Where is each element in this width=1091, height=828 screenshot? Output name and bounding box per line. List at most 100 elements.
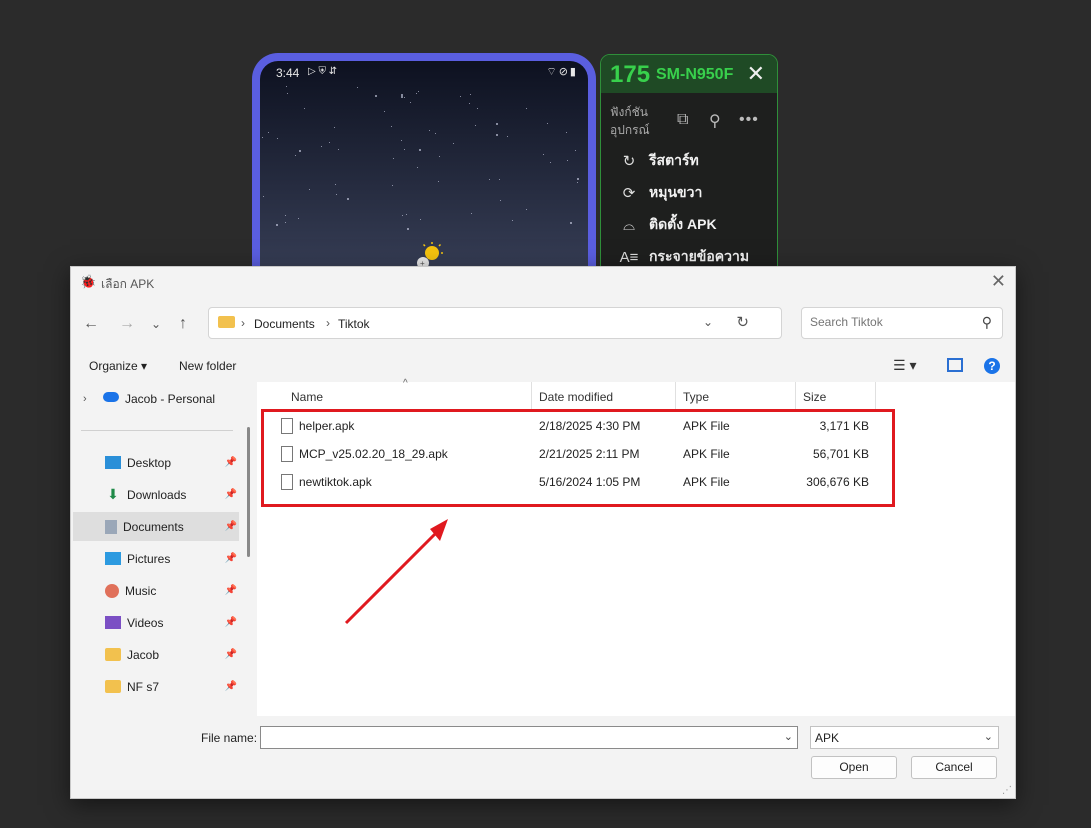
forward-arrow-icon[interactable]: → bbox=[119, 315, 135, 333]
panel-item-label: กระจายข้อความ bbox=[649, 248, 750, 264]
wallpaper-star bbox=[542, 153, 544, 155]
wallpaper-star bbox=[500, 200, 502, 202]
wallpaper-star bbox=[507, 135, 509, 137]
nav-item-documents[interactable]: Documents 📌 bbox=[73, 512, 239, 541]
nav-item-desktop[interactable]: Desktop 📌 bbox=[73, 448, 239, 477]
column-divider[interactable] bbox=[531, 382, 532, 412]
nav-item-downloads[interactable]: ⬇ Downloads 📌 bbox=[73, 480, 239, 509]
wallpaper-star bbox=[303, 107, 305, 109]
phone-wallpaper[interactable]: 3:44 ▷ ⛨ ⇵ ⌔⊘▮ + bbox=[260, 61, 588, 293]
wallpaper-star bbox=[576, 181, 578, 183]
desktop-icon bbox=[105, 456, 121, 469]
wallpaper-star bbox=[391, 125, 393, 127]
search-icon[interactable]: ⚲ bbox=[982, 314, 992, 331]
wallpaper-star bbox=[262, 136, 264, 138]
wallpaper-star bbox=[400, 139, 402, 141]
screen-icon[interactable]: ⧉ bbox=[677, 111, 688, 129]
more-icon[interactable]: ••• bbox=[739, 111, 759, 129]
onedrive-icon bbox=[103, 392, 119, 402]
wallpaper-star bbox=[262, 196, 264, 198]
nav-item-onedrive[interactable]: › Jacob - Personal bbox=[73, 384, 239, 413]
text-broadcast-icon: A≡ bbox=[619, 248, 639, 266]
sort-up-icon: ^ bbox=[403, 378, 408, 389]
panel-item-rotate[interactable]: ⟳ หมุนขวา bbox=[619, 181, 703, 205]
breadcrumb-tiktok[interactable]: Tiktok bbox=[338, 317, 370, 331]
file-name-input[interactable] bbox=[265, 730, 769, 746]
new-folder-button[interactable]: New folder bbox=[179, 359, 236, 373]
resize-grip-icon[interactable]: ⋰ bbox=[1002, 785, 1012, 796]
panel-item-restart[interactable]: ↻ รีสตาร์ท bbox=[619, 149, 699, 173]
search-input[interactable] bbox=[808, 314, 972, 330]
pictures-icon bbox=[105, 552, 121, 565]
file-type-select[interactable]: APK ⌄ bbox=[810, 726, 999, 749]
wallpaper-star bbox=[452, 143, 454, 145]
pin-icon: 📌 bbox=[224, 521, 237, 532]
wallpaper-star bbox=[404, 96, 406, 98]
chevron-right-icon: › bbox=[83, 392, 87, 405]
dialog-footer: File name: ⌄ APK ⌄ Open Cancel ⋰ bbox=[71, 716, 1015, 798]
file-type-value: APK bbox=[815, 731, 840, 745]
wallpaper-star bbox=[470, 94, 472, 96]
column-header-type[interactable]: Type bbox=[683, 390, 709, 404]
nav-item-music[interactable]: Music 📌 bbox=[73, 576, 239, 605]
nav-item-videos[interactable]: Videos 📌 bbox=[73, 608, 239, 637]
chevron-down-icon[interactable]: ⌄ bbox=[784, 730, 793, 743]
wallpaper-star bbox=[525, 108, 527, 110]
file-name-combobox[interactable]: ⌄ bbox=[260, 726, 798, 749]
wallpaper-star bbox=[418, 90, 420, 92]
column-header-name[interactable]: Name bbox=[291, 390, 323, 404]
organize-button[interactable]: Organize ▾ bbox=[89, 359, 147, 373]
nav-item-jacob[interactable]: Jacob 📌 bbox=[73, 640, 239, 669]
help-icon[interactable]: ? bbox=[984, 358, 1000, 374]
dialog-title: เลือก APK bbox=[101, 277, 155, 291]
folder-icon bbox=[218, 316, 235, 328]
column-divider[interactable] bbox=[795, 382, 796, 412]
view-options-icon[interactable]: ☰ ▾ bbox=[893, 357, 916, 374]
column-divider[interactable] bbox=[875, 382, 876, 412]
close-icon[interactable]: ✕ bbox=[991, 271, 1006, 292]
app-icon: 🐞 bbox=[80, 274, 97, 289]
nav-item-label: Downloads bbox=[127, 487, 187, 502]
nav-item-label: Jacob bbox=[127, 647, 160, 662]
recent-locations-icon[interactable]: ⌄ bbox=[151, 317, 161, 331]
wallpaper-star bbox=[569, 222, 572, 225]
nav-item-label: Videos bbox=[127, 615, 164, 630]
column-divider[interactable] bbox=[675, 382, 676, 412]
wallpaper-star bbox=[338, 149, 340, 151]
preview-pane-icon[interactable] bbox=[947, 358, 963, 372]
wallpaper-star bbox=[320, 145, 322, 147]
open-button[interactable]: Open bbox=[811, 756, 897, 779]
back-arrow-icon[interactable]: ← bbox=[83, 315, 99, 333]
device-side-panel: 175 SM-N950F ✕ ฟังก์ชันอุปกรณ์ ⧉ ⚲ ••• ↻… bbox=[600, 54, 778, 296]
nav-item-label: NF s7 bbox=[127, 679, 160, 694]
wallpaper-star bbox=[474, 125, 476, 127]
wallpaper-star bbox=[406, 213, 407, 215]
wallpaper-star bbox=[285, 221, 287, 223]
pin-icon: 📌 bbox=[224, 649, 237, 660]
up-arrow-icon[interactable]: ↑ bbox=[179, 315, 187, 333]
panel-item-install-apk[interactable]: ⌓ ติดตั้ง APK bbox=[619, 213, 717, 237]
panel-item-label: รีสตาร์ท bbox=[649, 152, 699, 168]
wallpaper-star bbox=[286, 86, 288, 88]
wallpaper-star bbox=[496, 133, 499, 136]
nav-item-nf-s7[interactable]: NF s7 📌 bbox=[73, 672, 239, 701]
wallpaper-star bbox=[419, 218, 421, 220]
chevron-down-icon[interactable]: ⌄ bbox=[703, 315, 713, 329]
column-header-size[interactable]: Size bbox=[803, 390, 826, 404]
file-name-label: File name: bbox=[201, 731, 258, 745]
close-icon[interactable]: ✕ bbox=[747, 61, 765, 87]
wallpaper-star bbox=[309, 189, 311, 191]
address-bar[interactable]: › Documents › Tiktok ⌄ ↻ bbox=[208, 307, 782, 339]
refresh-icon[interactable]: ↻ bbox=[736, 313, 749, 331]
search-box[interactable]: ⚲ bbox=[801, 307, 1003, 339]
rotate-icon: ⟳ bbox=[622, 185, 636, 202]
nav-item-pictures[interactable]: Pictures 📌 bbox=[73, 544, 239, 573]
cancel-button[interactable]: Cancel bbox=[911, 756, 997, 779]
panel-item-label: หมุนขวา bbox=[649, 184, 703, 200]
downloads-icon: ⬇ bbox=[107, 486, 119, 502]
breadcrumb-documents[interactable]: Documents bbox=[254, 317, 315, 331]
wallpaper-star bbox=[418, 148, 421, 151]
pin-icon[interactable]: ⚲ bbox=[709, 111, 721, 131]
column-header-date[interactable]: Date modified bbox=[539, 390, 613, 404]
nav-scrollbar[interactable] bbox=[247, 427, 250, 557]
